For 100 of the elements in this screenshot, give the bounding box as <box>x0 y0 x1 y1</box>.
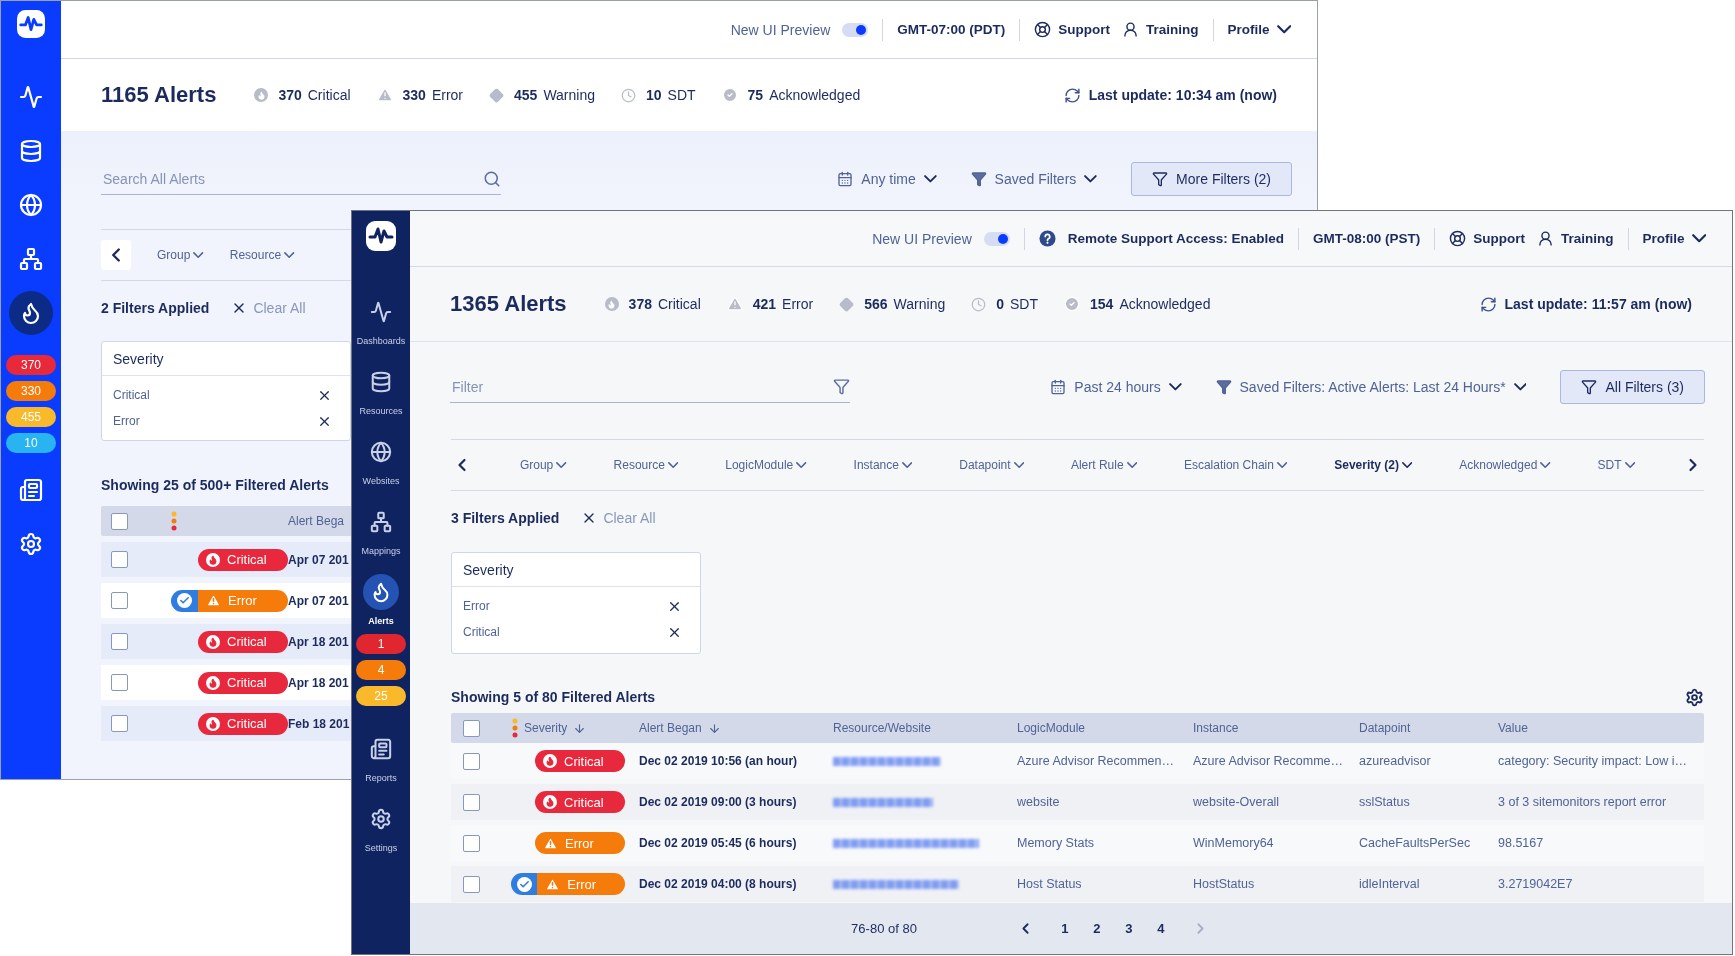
last-update-label: Last update: 10:34 am (now) <box>1088 87 1277 103</box>
column-filter-dropdown[interactable]: Severity (2) <box>1334 458 1413 472</box>
chevron-down-icon <box>1540 461 1551 469</box>
search-field[interactable]: Filter <box>450 377 833 396</box>
row-checkbox[interactable] <box>111 715 128 732</box>
table-cell-text: website-Overall <box>1193 795 1281 809</box>
remote-support-status: Remote Support Access: Enabled <box>1067 231 1285 246</box>
timezone-label[interactable]: GMT-07:00 (PDT) <box>897 22 1006 37</box>
stat-label: SDT <box>667 87 696 103</box>
flame-icon <box>206 634 220 649</box>
table-cell-text: Memory Stats <box>1017 836 1096 850</box>
alert-count-badge[interactable]: 370 <box>6 355 56 375</box>
all-filters-button[interactable]: More Filters (2) <box>1131 162 1292 196</box>
flame-nav-button[interactable] <box>363 574 399 610</box>
column-filter-dropdown[interactable]: Group <box>519 458 567 472</box>
preview-toggle[interactable] <box>983 231 1010 246</box>
logo-icon[interactable] <box>17 10 45 38</box>
chevron-down-icon <box>1691 234 1706 243</box>
check-circle-icon <box>721 87 738 103</box>
row-checkbox[interactable] <box>463 875 480 893</box>
preview-toggle[interactable] <box>842 22 869 37</box>
table-cell-text: Dec 02 2019 10:56 (an hour) <box>639 754 799 768</box>
help-icon[interactable] <box>1038 230 1056 247</box>
severity-label: Critical <box>227 716 267 731</box>
column-filter-dropdown[interactable]: Datapoint <box>959 458 1024 472</box>
row-checkbox[interactable] <box>463 719 480 737</box>
row-checkbox[interactable] <box>463 793 480 811</box>
alert-count-badge[interactable]: 1 <box>356 634 406 654</box>
column-filter-dropdown[interactable]: SDT <box>1597 458 1635 472</box>
page-button[interactable]: 4 <box>1151 917 1170 940</box>
page-button[interactable]: 3 <box>1119 917 1138 940</box>
column-header[interactable]: Severity <box>511 718 639 738</box>
table-cell-text: Apr 18 201 <box>288 634 350 649</box>
nav-label: Dashboards <box>356 336 406 346</box>
severity-label: Critical <box>564 753 604 769</box>
profile-menu[interactable]: Profile <box>1227 22 1291 37</box>
column-filter-dropdown[interactable]: LogicModule <box>725 458 807 472</box>
column-header[interactable]: Alert Bega <box>288 514 351 528</box>
training-link[interactable]: Training <box>1537 230 1614 247</box>
table-cell-text: 3.2719042E7 <box>1498 877 1574 891</box>
stat-count: 10 <box>646 87 662 103</box>
refresh-icon[interactable] <box>1063 86 1081 104</box>
support-link[interactable]: Support <box>1034 21 1111 38</box>
settings-icon[interactable] <box>1685 687 1704 707</box>
column-filter-dropdown[interactable]: Acknowledged <box>1459 458 1551 472</box>
timezone-label[interactable]: GMT-08:00 (PST) <box>1313 231 1421 246</box>
nav-label: Mappings <box>361 546 401 556</box>
page-button[interactable]: 1 <box>1055 917 1074 940</box>
row-checkbox[interactable] <box>463 752 480 770</box>
table-cell-text: azureadvisor <box>1359 754 1432 768</box>
column-header[interactable]: Alert Began <box>639 721 833 735</box>
funnel-icon <box>1215 379 1232 395</box>
column-filter-dropdown[interactable]: Escalation Chain <box>1183 458 1288 472</box>
refresh-icon[interactable] <box>1479 295 1497 313</box>
newspaper-icon <box>19 478 43 502</box>
page-button[interactable]: 2 <box>1087 917 1106 940</box>
time-range-dropdown[interactable]: Any time <box>837 163 937 195</box>
flame-icon <box>543 795 557 809</box>
row-checkbox[interactable] <box>111 512 128 530</box>
flame-icon <box>604 297 619 311</box>
row-checkbox[interactable] <box>111 592 128 609</box>
stat-count: 566 <box>864 296 888 312</box>
column-header[interactable]: Instance <box>1193 721 1359 735</box>
flame-nav-button[interactable] <box>9 291 53 335</box>
logo-icon[interactable] <box>366 221 396 251</box>
last-update-label: Last update: 11:57 am (now) <box>1504 296 1692 312</box>
time-range-dropdown[interactable]: Past 24 hours <box>1050 371 1182 403</box>
results-count-label: Showing 25 of 500+ Filtered Alerts <box>101 477 329 493</box>
all-filters-button[interactable]: All Filters (3) <box>1560 370 1705 404</box>
warning-triangle-icon <box>543 835 558 851</box>
row-checkbox[interactable] <box>111 674 128 691</box>
calendar-icon <box>837 171 854 187</box>
column-filter-dropdown[interactable]: Instance <box>853 458 913 472</box>
column-filter-dropdown[interactable]: Alert Rule <box>1070 458 1137 472</box>
row-checkbox[interactable] <box>463 834 480 852</box>
profile-menu[interactable]: Profile <box>1642 231 1706 246</box>
saved-filters-dropdown[interactable]: Saved Filters <box>970 163 1098 195</box>
stat-count: 0 <box>996 296 1004 312</box>
chevron-down-icon <box>667 461 679 469</box>
severity-label: Critical <box>564 794 604 810</box>
saved-filters-dropdown[interactable]: Saved Filters: Active Alerts: Last 24 Hours* <box>1215 371 1527 403</box>
column-header[interactable]: LogicModule <box>1017 721 1193 735</box>
column-header[interactable]: Value <box>1498 721 1704 735</box>
column-header[interactable]: Datapoint <box>1359 721 1498 735</box>
search-field[interactable]: Search All Alerts <box>101 169 483 188</box>
severity-dots-icon <box>171 511 177 531</box>
check-icon <box>177 593 192 608</box>
stat-count: 378 <box>628 296 652 312</box>
column-header[interactable]: Resource/Website <box>833 721 1017 735</box>
training-link[interactable]: Training <box>1122 21 1199 38</box>
column-filter-dropdown[interactable]: Resource <box>229 248 295 262</box>
column-filter-dropdown[interactable]: Group <box>157 248 204 262</box>
column-filter-dropdown[interactable]: Resource <box>613 458 679 472</box>
row-checkbox[interactable] <box>111 633 128 650</box>
severity-label: Critical <box>227 675 267 690</box>
support-link[interactable]: Support <box>1449 230 1526 247</box>
scroll-left-button[interactable] <box>101 240 131 270</box>
row-checkbox[interactable] <box>111 551 128 568</box>
chevron-down-icon <box>193 251 204 259</box>
stat-label: Warning <box>893 296 946 312</box>
